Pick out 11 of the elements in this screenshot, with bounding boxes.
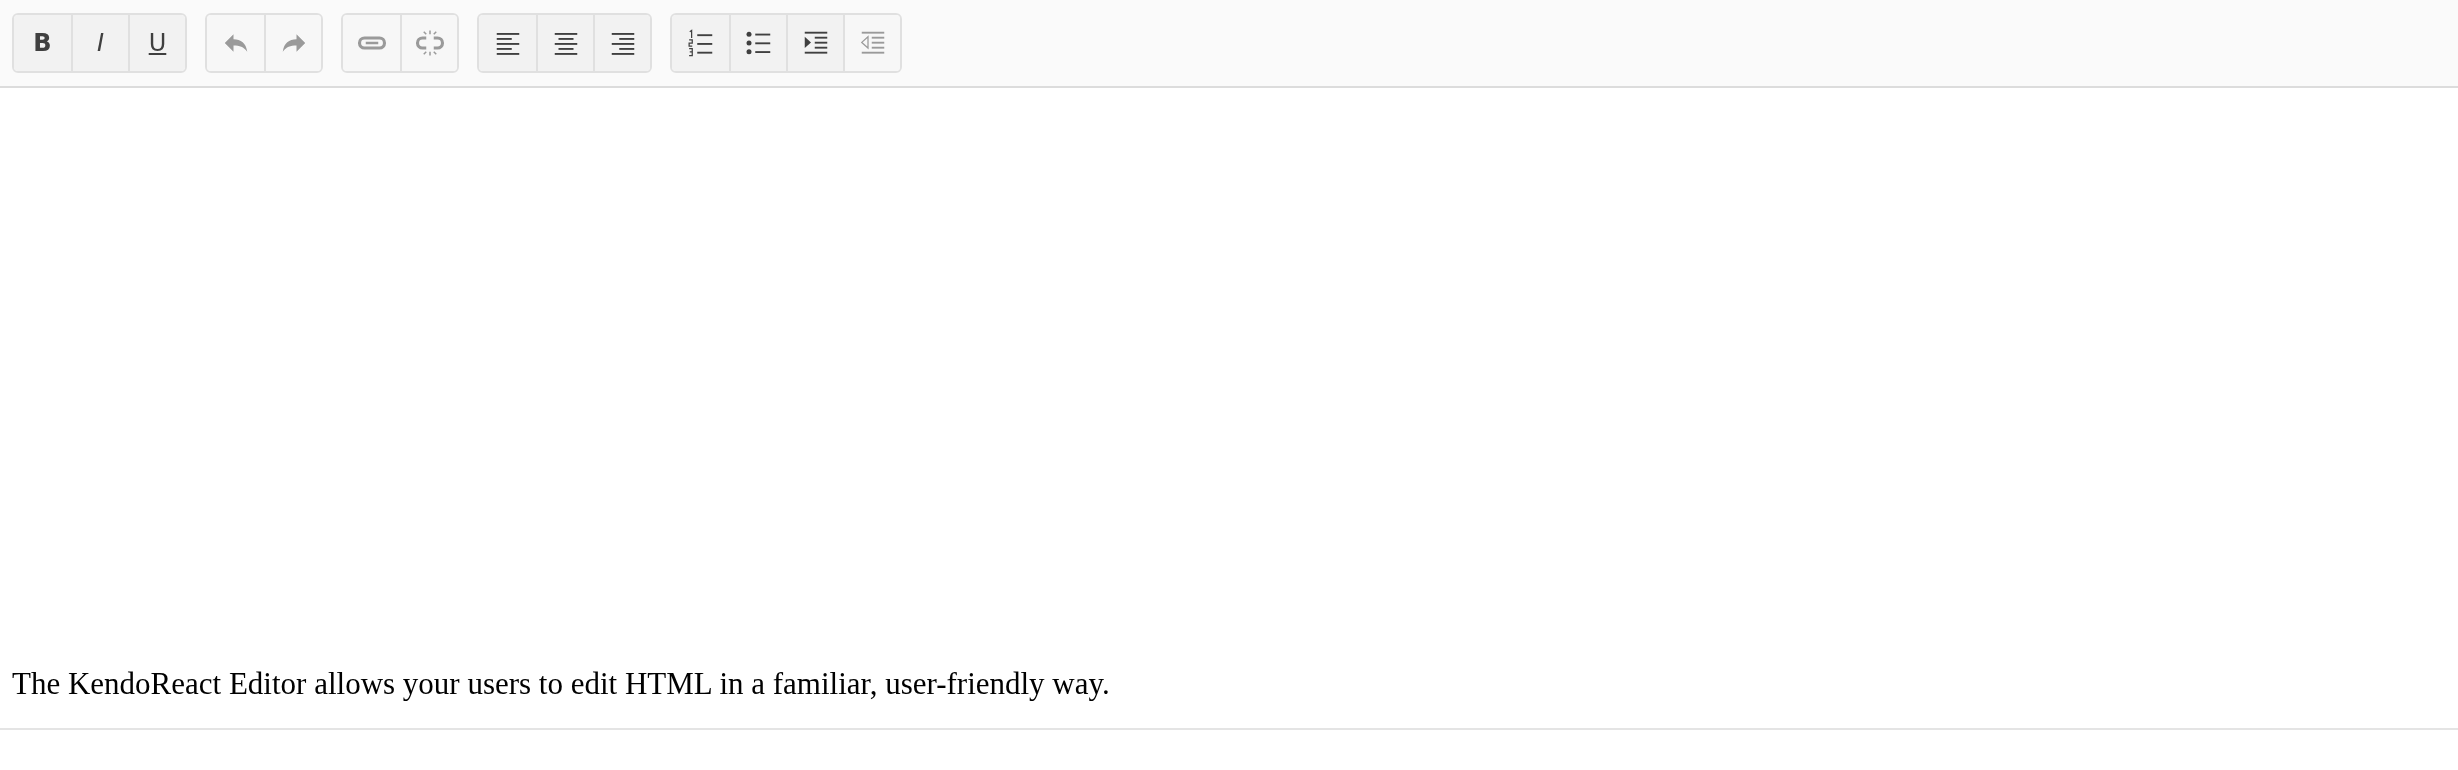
paragraph: The KendoReact Editor allows your users to edit HTML in a familiar, user-friendly way. <box>12 664 1111 702</box>
italic-button[interactable]: I <box>71 15 128 71</box>
align-left-button[interactable] <box>479 15 536 71</box>
align-right-button[interactable] <box>593 15 650 71</box>
underline-button[interactable]: U <box>128 15 185 71</box>
bold-button[interactable]: B <box>14 15 71 71</box>
unlink-icon <box>414 28 445 58</box>
align-center-button[interactable] <box>536 15 593 71</box>
bullet-list-button[interactable] <box>729 15 786 71</box>
indent-button[interactable] <box>786 15 843 71</box>
ordered-list-button[interactable] <box>672 15 729 71</box>
